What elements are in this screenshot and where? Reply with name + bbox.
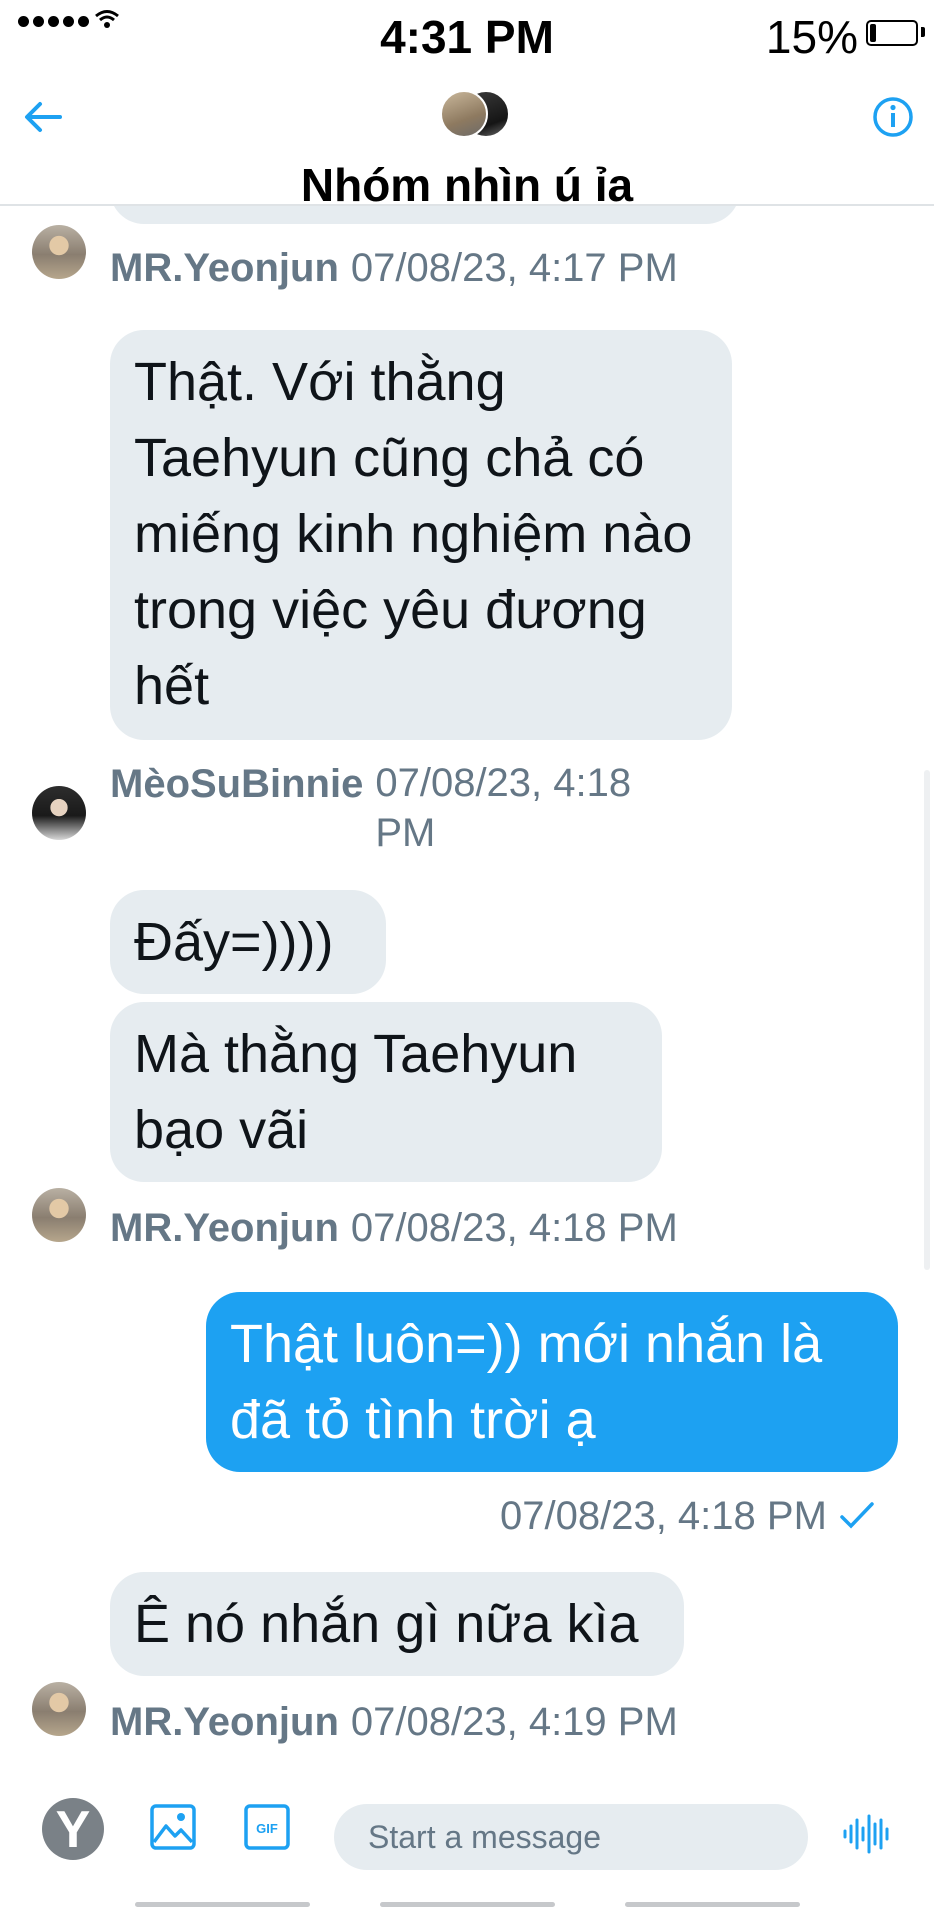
message-meta: 07/08/23, 4:18 PM <box>500 1494 877 1539</box>
app-logo-icon[interactable]: Y <box>42 1798 104 1860</box>
battery-icon <box>866 20 918 46</box>
audio-waveform-icon <box>843 1814 889 1854</box>
message-meta: MèoSuBinnie 07/08/23, 4:18 PM <box>110 761 675 858</box>
avatar[interactable] <box>32 1682 86 1736</box>
message-bubble[interactable]: Mà thằng Taehyun bạo vãi <box>110 1002 662 1182</box>
avatar[interactable] <box>32 1188 86 1242</box>
message-meta: MR.Yeonjun 07/08/23, 4:19 PM <box>110 1700 678 1745</box>
battery-cap <box>921 27 925 37</box>
timestamp: 07/08/23, 4:18 PM <box>375 761 632 855</box>
group-name[interactable]: Nhóm nhìn ú ỉa <box>0 158 934 204</box>
sender-name: MR.Yeonjun <box>110 1206 339 1250</box>
message-bubble-outgoing[interactable]: Thật luôn=)) mới nhắn là đã tỏ tình trời… <box>206 1292 898 1472</box>
gif-label: GIF <box>256 1821 278 1836</box>
battery-percent: 15% <box>765 11 858 63</box>
home-indicator <box>625 1902 800 1907</box>
timestamp: 07/08/23, 4:19 PM <box>350 1700 678 1744</box>
message-bubble[interactable]: Đấy=)))) <box>110 890 386 994</box>
home-indicator <box>380 1902 555 1907</box>
member-avatar <box>440 90 488 138</box>
message-bubble[interactable]: Ê nó nhắn gì nữa kìa <box>110 1572 684 1676</box>
scrollbar[interactable] <box>924 770 930 1270</box>
image-icon <box>150 1804 196 1850</box>
arrow-left-icon <box>25 102 62 132</box>
avatar[interactable] <box>32 786 86 840</box>
group-avatar[interactable] <box>440 90 510 138</box>
avatar[interactable] <box>32 225 86 279</box>
checkmark-icon <box>840 1502 874 1529</box>
home-indicator <box>135 1902 310 1907</box>
info-button[interactable] <box>872 96 914 143</box>
info-icon <box>873 97 913 137</box>
timestamp: 07/08/23, 4:18 PM <box>350 1206 678 1250</box>
status-bar: 4:31 PM 15% <box>0 0 934 72</box>
timestamp: 07/08/23, 4:18 PM <box>500 1494 827 1538</box>
image-button[interactable] <box>148 1802 198 1857</box>
gif-button[interactable]: GIF <box>242 1802 292 1857</box>
sender-name: MR.Yeonjun <box>110 1700 339 1744</box>
gif-icon: GIF <box>244 1804 290 1850</box>
sender-name: MèoSuBinnie <box>110 762 364 806</box>
message-input[interactable] <box>334 1804 808 1870</box>
conversation-header: Nhóm nhìn ú ỉa <box>0 72 934 206</box>
back-button[interactable] <box>20 94 66 145</box>
message-list[interactable]: MR.Yeonjun 07/08/23, 4:17 PM Thật. Với t… <box>0 0 934 1920</box>
message-composer: Y GIF <box>0 1770 934 1920</box>
voice-message-button[interactable] <box>842 1814 892 1859</box>
sender-name: MR.Yeonjun <box>110 246 339 290</box>
message-meta: MR.Yeonjun 07/08/23, 4:18 PM <box>110 1206 678 1251</box>
message-bubble[interactable]: Thật. Với thằng Taehyun cũng chả có miến… <box>110 330 732 740</box>
message-meta: MR.Yeonjun 07/08/23, 4:17 PM <box>110 246 678 291</box>
timestamp: 07/08/23, 4:17 PM <box>350 246 678 290</box>
